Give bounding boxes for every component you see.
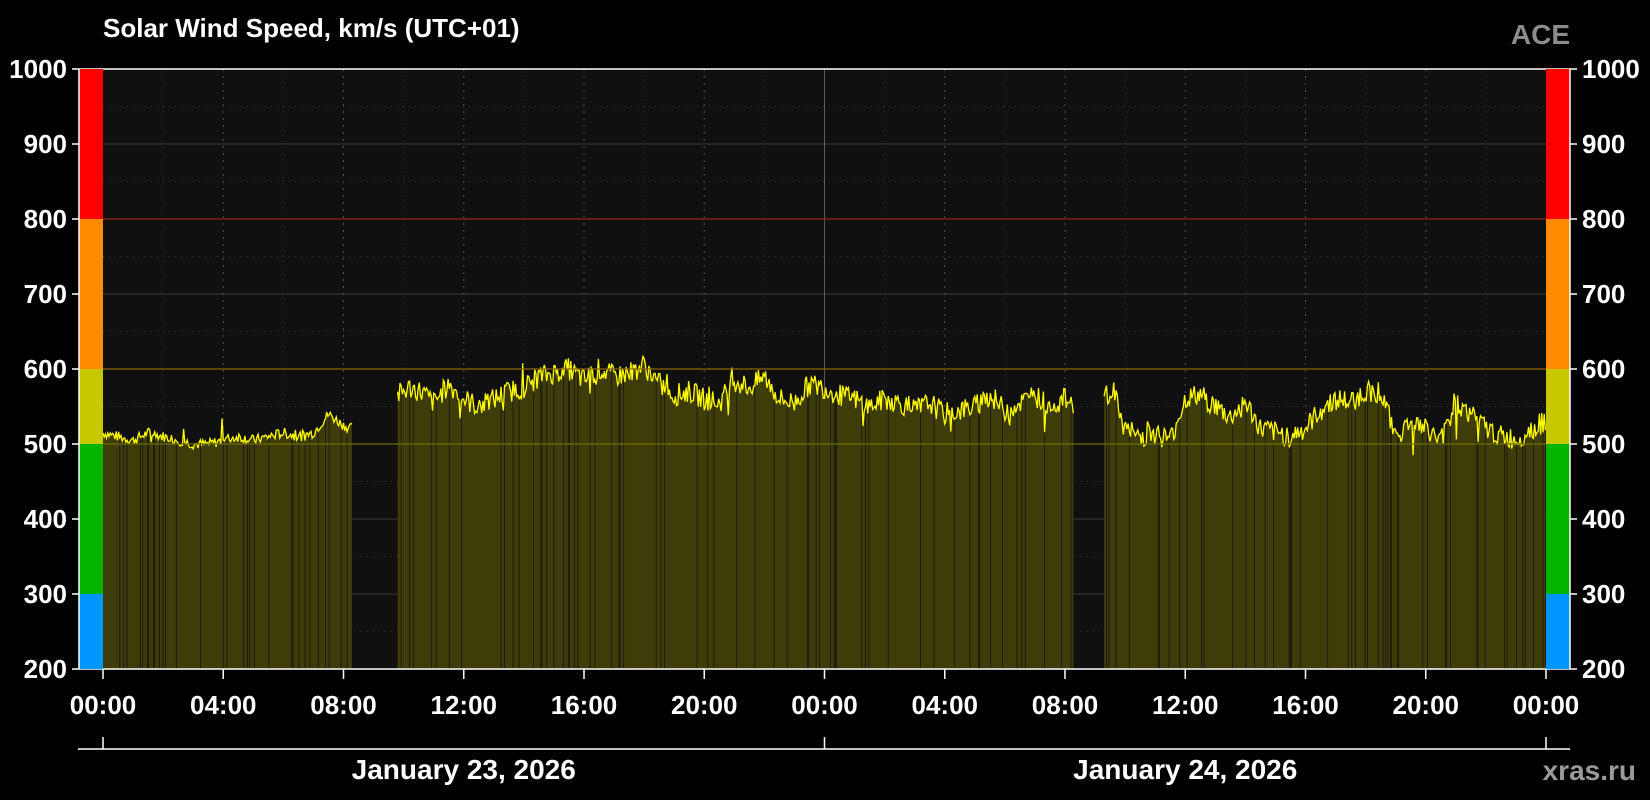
x-tick-label: 04:00 xyxy=(190,690,257,720)
level-band-right xyxy=(1546,69,1570,219)
x-tick-label: 00:00 xyxy=(791,690,858,720)
level-band-left xyxy=(79,444,103,594)
y-tick-label-right: 900 xyxy=(1582,129,1625,159)
watermark: xras.ru xyxy=(1543,755,1636,786)
y-tick-label: 200 xyxy=(24,654,67,684)
x-tick-label: 04:00 xyxy=(912,690,979,720)
x-tick-label: 00:00 xyxy=(1513,690,1580,720)
y-tick-label-right: 500 xyxy=(1582,429,1625,459)
y-tick-label-right: 400 xyxy=(1582,504,1625,534)
solar-wind-chart: Solar Wind Speed, km/s (UTC+01) ACE xras… xyxy=(9,13,1640,786)
x-tick-label: 00:00 xyxy=(70,690,137,720)
level-band-right xyxy=(1546,219,1570,369)
level-band-left xyxy=(79,69,103,219)
level-band-right xyxy=(1546,369,1570,444)
y-tick-label-right: 800 xyxy=(1582,204,1625,234)
date-label: January 24, 2026 xyxy=(1073,754,1297,785)
date-label: January 23, 2026 xyxy=(352,754,576,785)
y-tick-label-right: 600 xyxy=(1582,354,1625,384)
y-tick-label: 300 xyxy=(24,579,67,609)
level-band-left xyxy=(79,594,103,669)
y-tick-label: 600 xyxy=(24,354,67,384)
y-tick-label: 1000 xyxy=(9,54,67,84)
level-band-left xyxy=(79,219,103,369)
x-tick-label: 12:00 xyxy=(1152,690,1219,720)
x-tick-label: 16:00 xyxy=(551,690,618,720)
x-tick-label: 08:00 xyxy=(1032,690,1099,720)
x-tick-label: 20:00 xyxy=(671,690,738,720)
level-band-right xyxy=(1546,444,1570,594)
y-tick-label: 700 xyxy=(24,279,67,309)
x-tick-label: 12:00 xyxy=(431,690,498,720)
y-tick-label-right: 1000 xyxy=(1582,54,1640,84)
y-tick-label: 800 xyxy=(24,204,67,234)
y-tick-label-right: 700 xyxy=(1582,279,1625,309)
y-tick-label: 400 xyxy=(24,504,67,534)
plot-area xyxy=(102,69,1547,669)
level-band-right xyxy=(1546,594,1570,669)
chart-title: Solar Wind Speed, km/s (UTC+01) xyxy=(103,13,520,43)
y-tick-label: 500 xyxy=(24,429,67,459)
x-tick-label: 16:00 xyxy=(1272,690,1339,720)
source-label: ACE xyxy=(1511,19,1570,50)
y-tick-label: 900 xyxy=(24,129,67,159)
level-band-left xyxy=(79,369,103,444)
x-tick-label: 08:00 xyxy=(310,690,377,720)
y-tick-label-right: 200 xyxy=(1582,654,1625,684)
y-tick-label-right: 300 xyxy=(1582,579,1625,609)
x-tick-label: 20:00 xyxy=(1393,690,1460,720)
